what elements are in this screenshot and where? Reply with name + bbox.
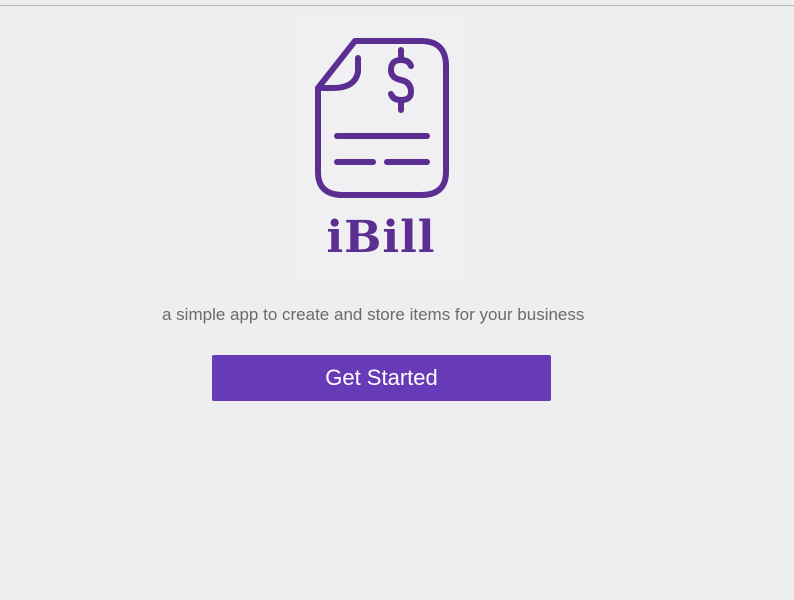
top-divider — [0, 5, 794, 6]
get-started-button[interactable]: Get Started — [212, 355, 551, 401]
logo-wordmark: iBill — [326, 212, 436, 263]
app-logo: iBill — [293, 14, 467, 278]
invoice-dollar-icon — [315, 38, 449, 198]
tagline: a simple app to create and store items f… — [162, 305, 585, 324]
